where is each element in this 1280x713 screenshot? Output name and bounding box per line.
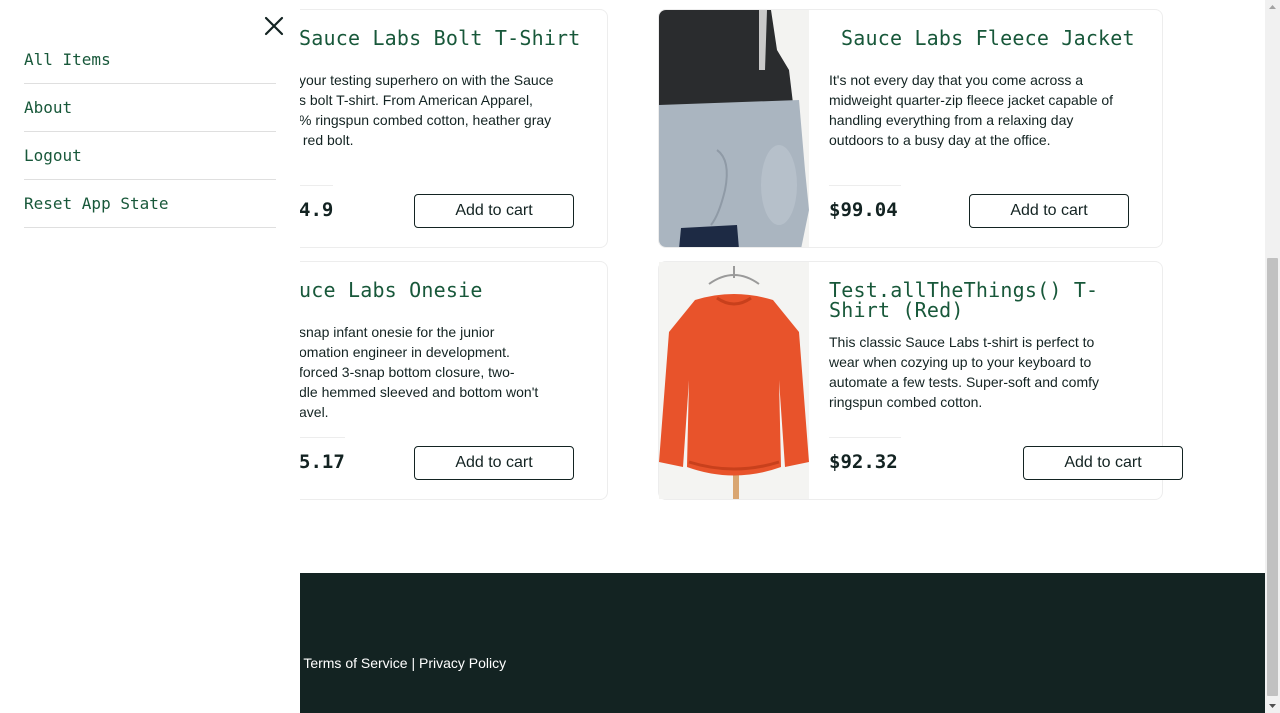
menu-item-all-items[interactable]: All Items xyxy=(24,36,276,84)
menu-item-logout[interactable]: Logout xyxy=(24,132,276,180)
desc-line: your testing superhero on with the Sauce xyxy=(299,72,554,88)
item-body: uce Labs Onesie snap infant onesie for t… xyxy=(299,262,587,499)
price-divider xyxy=(829,437,901,438)
item-body: Sauce Labs Fleece Jacket It's not every … xyxy=(829,10,1142,247)
side-menu: All Items About Logout Reset App State xyxy=(0,0,300,713)
item-description: This classic Sauce Labs t-shirt is perfe… xyxy=(829,334,1100,410)
scroll-down-arrow-icon[interactable] xyxy=(1265,698,1280,713)
item-name-link[interactable]: Sauce Labs Bolt T-Shirt xyxy=(299,28,587,48)
fleece-jacket-image xyxy=(659,10,809,247)
close-icon xyxy=(264,16,284,36)
product-image[interactable] xyxy=(659,262,809,499)
add-to-cart-button[interactable]: Add to cart xyxy=(414,446,574,480)
desc-line: avel. xyxy=(299,404,329,420)
item-name-link[interactable]: uce Labs Onesie xyxy=(299,280,587,300)
item-description: your testing superhero on with the Sauce… xyxy=(299,70,589,150)
item-name-link[interactable]: Test.allTheThings() T-Shirt (Red) xyxy=(829,280,1129,320)
item-price: $99.04 xyxy=(829,199,898,221)
menu-item-reset-app-state[interactable]: Reset App State xyxy=(24,180,276,228)
price-divider xyxy=(829,185,901,186)
desc-line: forced 3-snap bottom closure, two- xyxy=(299,364,515,380)
item-body: Test.allTheThings() T-Shirt (Red) This c… xyxy=(829,262,1183,499)
footer: d. Terms of Service | Privacy Policy xyxy=(288,573,1265,713)
menu-item-about[interactable]: About xyxy=(24,84,276,132)
item-description: It's not every day that you come across … xyxy=(829,72,1114,148)
scrollbar-thumb[interactable] xyxy=(1267,258,1278,696)
item-price: $92.32 xyxy=(829,451,898,473)
desc-line: dle hemmed sleeved and bottom won't xyxy=(299,384,539,400)
privacy-policy-link[interactable]: Privacy Policy xyxy=(419,655,506,671)
scroll-up-arrow-icon[interactable] xyxy=(1265,0,1280,15)
inventory-item-test-all-the-things-tshirt: Test.allTheThings() T-Shirt (Red) This c… xyxy=(658,261,1183,500)
item-description: snap infant onesie for the junior omatio… xyxy=(299,322,589,422)
desc-line: red bolt. xyxy=(299,132,354,148)
footer-separator: | xyxy=(407,655,419,671)
terms-of-service-link[interactable]: Terms of Service xyxy=(303,655,407,671)
red-tshirt-image xyxy=(659,262,809,499)
desc-line: snap infant onesie for the junior xyxy=(299,324,495,340)
inventory-item-fleece-jacket: Sauce Labs Fleece Jacket It's not every … xyxy=(658,9,1163,248)
desc-line: % ringspun combed cotton, heather gray xyxy=(299,112,552,128)
add-to-cart-button[interactable]: Add to cart xyxy=(969,194,1129,228)
desc-line: s bolt T-shirt. From American Apparel, xyxy=(299,92,533,108)
item-name-link[interactable]: Sauce Labs Fleece Jacket xyxy=(841,28,1142,48)
price-divider xyxy=(299,437,345,438)
menu-list: All Items About Logout Reset App State xyxy=(24,36,276,228)
add-to-cart-button[interactable]: Add to cart xyxy=(1023,446,1183,480)
price-divider xyxy=(299,185,333,186)
footer-copy: d. Terms of Service | Privacy Policy xyxy=(288,655,506,671)
item-price: 5.17 xyxy=(299,451,345,473)
item-body: Sauce Labs Bolt T-Shirt your testing sup… xyxy=(299,10,587,247)
item-price: 4.9 xyxy=(299,199,334,221)
product-image[interactable] xyxy=(659,10,809,247)
close-menu-button[interactable] xyxy=(262,14,286,38)
add-to-cart-button[interactable]: Add to cart xyxy=(414,194,574,228)
vertical-scrollbar[interactable] xyxy=(1265,0,1280,713)
desc-line: omation engineer in development. xyxy=(299,344,510,360)
